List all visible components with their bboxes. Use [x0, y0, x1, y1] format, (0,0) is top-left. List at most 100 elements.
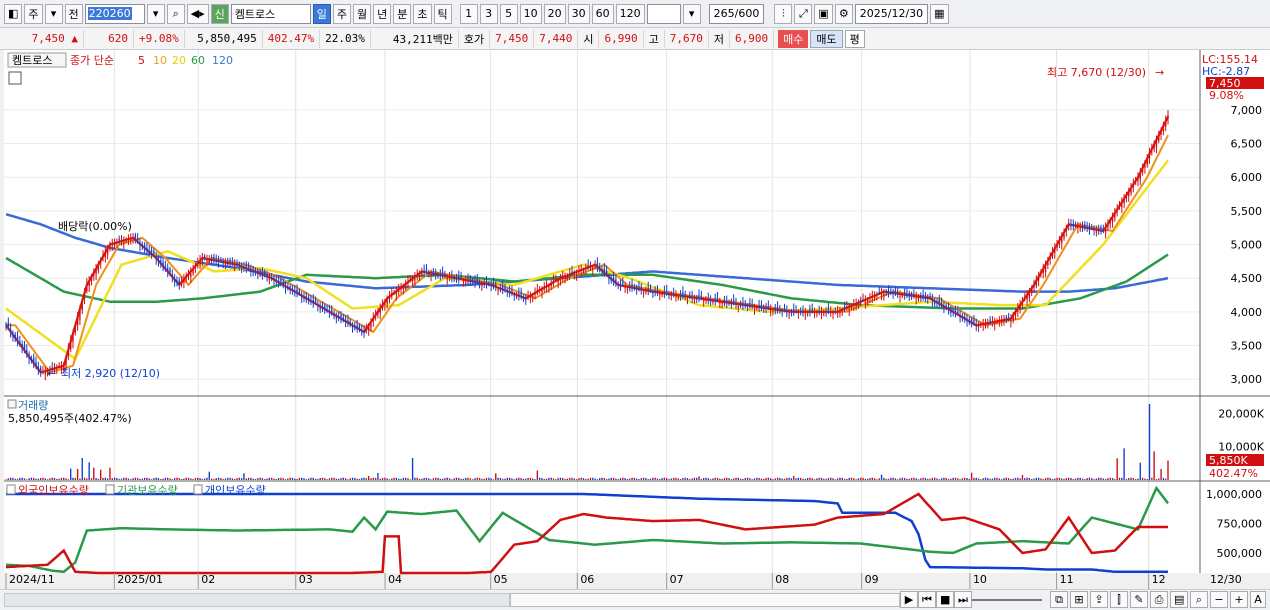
prev-button[interactable]: 전	[64, 3, 83, 24]
volume-bar	[799, 477, 802, 480]
period-year[interactable]: 년	[373, 3, 392, 24]
compare-icon[interactable]: ⊞	[1070, 591, 1088, 608]
volume-settings-icon[interactable]	[7, 399, 17, 409]
volume-bar	[448, 478, 451, 480]
price-tick-label: 3,500	[1231, 340, 1263, 353]
speaker-icon[interactable]: ◀▸	[186, 3, 209, 24]
volume-bar	[698, 476, 700, 480]
search-icon[interactable]: ⌕	[166, 3, 185, 24]
period-week[interactable]: 주	[332, 3, 352, 24]
volume-bar	[361, 477, 363, 480]
date-input[interactable]: 2025/12/30	[854, 3, 929, 24]
holdings-legend-box-2[interactable]	[105, 484, 115, 495]
volume-bar	[973, 477, 975, 480]
volume-bar	[162, 478, 164, 480]
candle-body	[1158, 135, 1160, 142]
stop-icon[interactable]: ■	[936, 591, 955, 608]
interval-10[interactable]: 10	[519, 3, 542, 24]
volume-bar	[1134, 479, 1137, 480]
sell-button[interactable]: 매도	[810, 29, 843, 48]
volume-bar	[538, 477, 541, 480]
chart-tool-icon[interactable]: ⤢	[794, 3, 813, 24]
count-input[interactable]: 265/600	[708, 3, 765, 24]
print-icon[interactable]: ⎙	[1150, 591, 1168, 608]
save-icon[interactable]: ▣	[814, 3, 833, 24]
chart-type-icon[interactable]: ⫿	[1110, 591, 1128, 608]
candle-body	[587, 265, 589, 267]
volume-tick-label: 20,000K	[1218, 407, 1264, 420]
candle-body	[702, 300, 705, 302]
interval-20[interactable]: 20	[543, 3, 566, 24]
chart-grid-toggle-icon[interactable]	[8, 71, 22, 85]
capture-icon[interactable]: ▤	[1170, 591, 1189, 608]
export-icon[interactable]: ⇪	[1090, 591, 1108, 608]
candle-body	[968, 321, 971, 323]
holdings-legend-box-3[interactable]	[193, 484, 203, 495]
volume-bar	[289, 477, 291, 480]
interval-5[interactable]: 5	[499, 3, 518, 24]
market-select[interactable]: 주	[24, 3, 43, 24]
candle-settings-icon[interactable]: ⫶	[774, 3, 793, 24]
gear-icon[interactable]: ⚙	[834, 3, 853, 24]
volume-bar	[1042, 479, 1044, 480]
candle-body	[1116, 207, 1118, 211]
interval-60[interactable]: 60	[591, 3, 614, 24]
zoom-slider[interactable]	[972, 599, 1042, 601]
candle-body	[684, 295, 686, 297]
interval-3[interactable]: 3	[479, 3, 498, 24]
candle-body	[1102, 229, 1105, 231]
forward-icon[interactable]: ⏭	[954, 591, 972, 608]
volume-bar	[421, 478, 423, 480]
volume-bar	[97, 478, 100, 480]
chevron-down-icon[interactable]: ▾	[44, 3, 63, 24]
stock-chart[interactable]: 3,000 3,500 4,000 4,500 5,000 5,500 6,000 6,500…	[0, 50, 1270, 589]
window-icon[interactable]: ◧	[4, 3, 23, 24]
interval-1[interactable]: 1	[459, 3, 478, 24]
candle-body	[455, 278, 458, 280]
period-day[interactable]: 일	[312, 3, 331, 24]
avg-button[interactable]: 평	[844, 29, 865, 48]
candle-body	[252, 271, 254, 273]
candle-body	[1047, 261, 1049, 266]
minus-icon[interactable]: −	[1210, 591, 1228, 608]
interval-custom-input[interactable]	[646, 3, 681, 24]
candle-body	[227, 262, 229, 264]
scroll-thumb[interactable]	[510, 593, 900, 607]
buy-button[interactable]: 매수	[778, 29, 809, 48]
candle-body	[709, 300, 712, 302]
code-input[interactable]: 220260	[84, 3, 145, 24]
candle-body	[157, 260, 160, 263]
candle-body	[434, 272, 437, 274]
horizontal-scrollbar[interactable]	[4, 593, 510, 607]
candle-body	[903, 292, 906, 294]
interval-dropdown-icon[interactable]: ▾	[682, 3, 701, 24]
period-tick[interactable]: 틱	[433, 3, 452, 24]
layout-icon[interactable]: ⧉	[1050, 591, 1068, 608]
interval-30[interactable]: 30	[567, 3, 590, 24]
candle-body	[1148, 153, 1151, 159]
code-dropdown-icon[interactable]: ▾	[146, 3, 165, 24]
candle-body	[538, 289, 541, 291]
zoom-icon[interactable]: ⌕	[1190, 591, 1208, 608]
auto-scale-icon[interactable]: A	[1250, 591, 1266, 608]
period-minute[interactable]: 분	[393, 3, 412, 24]
scroll-right-icon[interactable]: ▶	[900, 591, 918, 608]
candle-body	[924, 297, 927, 299]
rewind-icon[interactable]: ⏮	[918, 591, 936, 608]
volume-bar	[93, 467, 95, 480]
holdings-legend-box[interactable]	[6, 484, 16, 495]
volume-bar	[1095, 478, 1098, 480]
stock-name[interactable]: 켐트로스	[230, 3, 311, 24]
candle-body	[1033, 284, 1035, 288]
volume-bar	[268, 477, 271, 480]
draw-icon[interactable]: ✎	[1130, 591, 1148, 608]
plus-icon[interactable]: +	[1230, 591, 1248, 608]
volume-bar	[79, 478, 81, 480]
period-month[interactable]: 월	[353, 3, 372, 24]
period-second[interactable]: 초	[413, 3, 432, 24]
volume-bar	[388, 479, 391, 480]
candle-body	[504, 287, 506, 290]
calendar-icon[interactable]: ▦	[930, 3, 949, 24]
interval-120[interactable]: 120	[615, 3, 645, 24]
candle-body	[97, 265, 100, 271]
